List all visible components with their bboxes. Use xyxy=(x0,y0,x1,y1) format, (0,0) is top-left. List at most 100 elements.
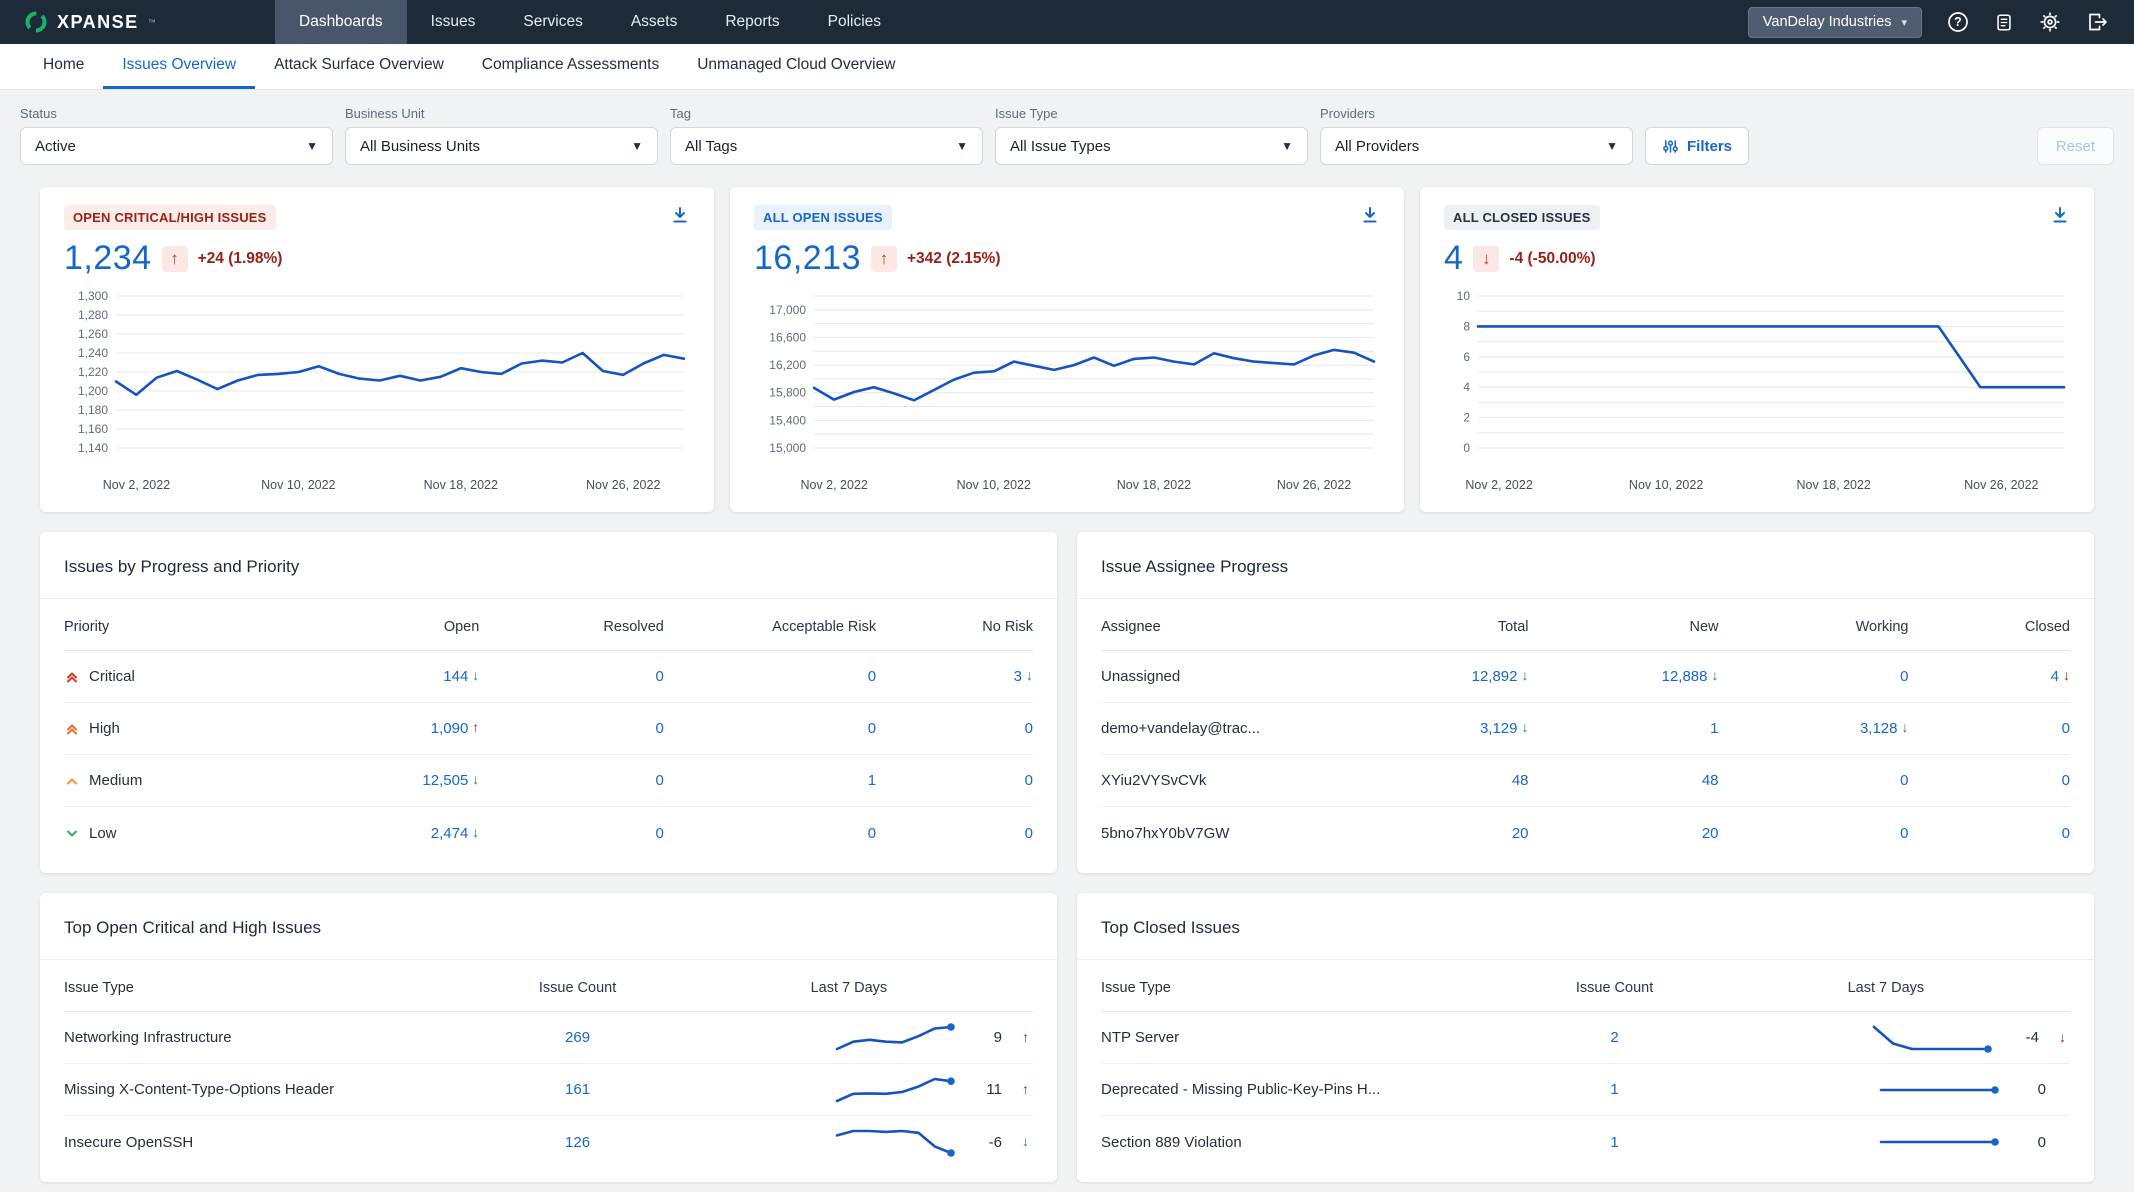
download-icon[interactable] xyxy=(670,205,690,230)
nav-item-issues[interactable]: Issues xyxy=(407,0,500,44)
table-row: High 1,090↑ 0 0 0 xyxy=(64,703,1033,755)
tab-unmanaged-cloud-overview[interactable]: Unmanaged Cloud Overview xyxy=(678,44,914,89)
no-risk-count-link[interactable]: 0 xyxy=(1025,825,1033,842)
resolved-count-link[interactable]: 0 xyxy=(656,772,664,789)
download-icon[interactable] xyxy=(1360,205,1380,230)
closed-count-link[interactable]: 0 xyxy=(2062,825,2070,842)
brand-logo[interactable]: XPANSE™ xyxy=(0,10,180,34)
filters-button[interactable]: Filters xyxy=(1645,127,1749,165)
working-count-link[interactable]: 0 xyxy=(1900,668,1908,685)
nav-item-assets[interactable]: Assets xyxy=(607,0,702,44)
nav-item-reports[interactable]: Reports xyxy=(701,0,803,44)
issue-type-name: Networking Infrastructure xyxy=(64,1029,490,1046)
acceptable-risk-count-link[interactable]: 0 xyxy=(868,720,876,737)
closed-count-link[interactable]: 4 xyxy=(2051,668,2059,685)
no-risk-count-link[interactable]: 0 xyxy=(1025,720,1033,737)
issue-count-link[interactable]: 269 xyxy=(565,1029,590,1046)
no-risk-count-link[interactable]: 3 xyxy=(1014,668,1022,685)
download-icon[interactable] xyxy=(2050,205,2070,230)
nav-item-services[interactable]: Services xyxy=(499,0,606,44)
open-count-link[interactable]: 12,505 xyxy=(422,772,468,789)
new-count-link[interactable]: 12,888 xyxy=(1662,668,1708,685)
all-closed-issues-trend-chart: 1086420Nov 2, 2022Nov 10, 2022Nov 18, 20… xyxy=(1444,284,2070,496)
nav-item-dashboards[interactable]: Dashboards xyxy=(275,0,407,44)
all-open-issues-trend-chart: 17,00016,60016,20015,80015,40015,000Nov … xyxy=(754,284,1380,496)
col-acceptable-risk: Acceptable Risk xyxy=(664,619,876,635)
filter-tag-label: Tag xyxy=(670,106,983,121)
tab-issues-overview[interactable]: Issues Overview xyxy=(103,44,255,89)
kpi-label-badge: ALL CLOSED ISSUES xyxy=(1444,205,1600,230)
col-no-risk: No Risk xyxy=(876,619,1033,635)
business-unit-select[interactable]: All Business Units▼ xyxy=(345,127,658,165)
col-resolved: Resolved xyxy=(479,619,664,635)
svg-text:4: 4 xyxy=(1463,380,1470,394)
total-count-link[interactable]: 48 xyxy=(1512,772,1529,789)
section-title: Top Closed Issues xyxy=(1077,893,2094,959)
issue-count-link[interactable]: 1 xyxy=(1610,1081,1618,1098)
svg-text:16,600: 16,600 xyxy=(769,330,806,344)
working-count-link[interactable]: 0 xyxy=(1900,772,1908,789)
new-count-link[interactable]: 1 xyxy=(1710,720,1718,737)
closed-count-link[interactable]: 0 xyxy=(2062,772,2070,789)
all-open-issues-card: ALL OPEN ISSUES 16,213 ↑ +342 (2.15%) 17… xyxy=(730,187,1404,512)
help-icon[interactable]: ? xyxy=(1947,11,1969,33)
providers-select[interactable]: All Providers▼ xyxy=(1320,127,1633,165)
tab-home[interactable]: Home xyxy=(24,44,103,89)
status-select[interactable]: Active▼ xyxy=(20,127,333,165)
svg-text:Nov 2, 2022: Nov 2, 2022 xyxy=(103,478,170,492)
svg-text:Nov 10, 2022: Nov 10, 2022 xyxy=(261,478,335,492)
issue-type-select[interactable]: All Issue Types▼ xyxy=(995,127,1308,165)
closed-count-link[interactable]: 0 xyxy=(2062,720,2070,737)
svg-text:6: 6 xyxy=(1463,350,1470,364)
filter-status: Status Active▼ xyxy=(20,106,333,165)
table-row: Deprecated - Missing Public-Key-Pins H..… xyxy=(1101,1064,2070,1116)
issue-count-link[interactable]: 161 xyxy=(565,1081,590,1098)
acceptable-risk-count-link[interactable]: 0 xyxy=(868,825,876,842)
org-selector-button[interactable]: VanDelay Industries ▾ xyxy=(1748,7,1922,38)
total-count-link[interactable]: 3,129 xyxy=(1480,720,1518,737)
tab-compliance-assessments[interactable]: Compliance Assessments xyxy=(463,44,678,89)
resolved-count-link[interactable]: 0 xyxy=(656,720,664,737)
open-count-link[interactable]: 144 xyxy=(443,668,468,685)
release-notes-icon[interactable] xyxy=(1994,12,2014,33)
chevron-down-icon: ▼ xyxy=(1281,139,1293,153)
open-count-link[interactable]: 1,090 xyxy=(431,720,469,737)
filter-issue-type-label: Issue Type xyxy=(995,106,1308,121)
settings-gear-icon[interactable] xyxy=(2039,11,2061,33)
svg-text:Nov 2, 2022: Nov 2, 2022 xyxy=(800,478,867,492)
new-count-link[interactable]: 48 xyxy=(1702,772,1719,789)
filter-providers: Providers All Providers▼ xyxy=(1320,106,1633,165)
no-risk-count-link[interactable]: 0 xyxy=(1025,772,1033,789)
providers-value: All Providers xyxy=(1335,138,1419,155)
tag-select[interactable]: All Tags▼ xyxy=(670,127,983,165)
delta-value: 0 xyxy=(2020,1134,2046,1151)
new-count-link[interactable]: 20 xyxy=(1702,825,1719,842)
tab-attack-surface-overview[interactable]: Attack Surface Overview xyxy=(255,44,463,89)
table-header-row: Issue Type Issue Count Last 7 Days xyxy=(1101,964,2070,1012)
working-count-link[interactable]: 3,128 xyxy=(1860,720,1898,737)
kpi-change: -4 (-50.00%) xyxy=(1509,250,1595,268)
resolved-count-link[interactable]: 0 xyxy=(656,825,664,842)
svg-text:Nov 26, 2022: Nov 26, 2022 xyxy=(1964,478,2038,492)
assignee-name: Unassigned xyxy=(1101,668,1180,685)
table-header-row: Issue Type Issue Count Last 7 Days xyxy=(64,964,1033,1012)
issue-count-link[interactable]: 126 xyxy=(565,1134,590,1151)
trend-down-icon: ↓ xyxy=(472,771,479,787)
svg-text:17,000: 17,000 xyxy=(769,303,806,317)
open-count-link[interactable]: 2,474 xyxy=(431,825,469,842)
trend-down-icon: ↓ xyxy=(472,667,479,683)
resolved-count-link[interactable]: 0 xyxy=(656,668,664,685)
issue-count-link[interactable]: 2 xyxy=(1610,1029,1618,1046)
delta-value: -6 xyxy=(976,1134,1002,1151)
svg-text:Nov 2, 2022: Nov 2, 2022 xyxy=(1465,478,1532,492)
acceptable-risk-count-link[interactable]: 1 xyxy=(868,772,876,789)
working-count-link[interactable]: 0 xyxy=(1900,825,1908,842)
issue-count-link[interactable]: 1 xyxy=(1610,1134,1618,1151)
logout-icon[interactable] xyxy=(2086,11,2108,33)
reset-button[interactable]: Reset xyxy=(2037,127,2114,165)
acceptable-risk-count-link[interactable]: 0 xyxy=(868,668,876,685)
nav-item-policies[interactable]: Policies xyxy=(804,0,905,44)
total-count-link[interactable]: 12,892 xyxy=(1472,668,1518,685)
total-count-link[interactable]: 20 xyxy=(1512,825,1529,842)
col-priority: Priority xyxy=(64,619,295,635)
